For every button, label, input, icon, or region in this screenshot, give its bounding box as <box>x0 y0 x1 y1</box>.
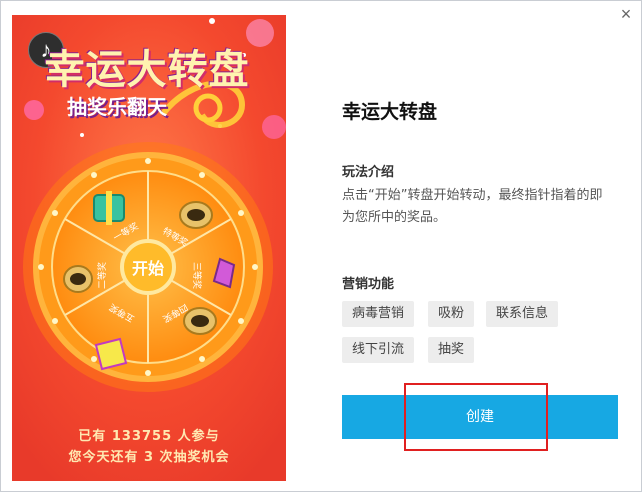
tag-lottery: 抽奖 <box>428 337 475 363</box>
marketing-heading: 营销功能 <box>342 277 395 292</box>
tag-gain-fans: 吸粉 <box>428 301 475 327</box>
create-button[interactable]: 创建 <box>342 395 618 439</box>
lottery-wheel <box>23 142 273 392</box>
participants-count: 已有 133755 人参与 <box>78 429 220 444</box>
template-preview: ♪ 幸运大转盘 抽奖乐翻天 开始 一等奖 特等奖 三等奖 四等奖 五等奖 二等奖… <box>12 15 286 481</box>
close-icon[interactable]: × <box>617 5 635 23</box>
remaining-chances: 您今天还有 3 次抽奖机会 <box>68 450 230 465</box>
tag-contact-info: 联系信息 <box>486 301 559 327</box>
template-title: 幸运大转盘 <box>342 101 438 123</box>
wheel-start-button[interactable]: 开始 <box>122 255 174 279</box>
rules-heading: 玩法介绍 <box>342 165 395 180</box>
tag-offline-traffic: 线下引流 <box>342 337 415 363</box>
activity-template-dialog: × ♪ 幸运大转盘 抽奖乐翻天 开始 一等奖 特等奖 三等奖 四等奖 五等奖 二… <box>0 0 642 492</box>
tag-viral-marketing: 病毒营销 <box>342 301 415 327</box>
prize-label: 三等奖 <box>191 261 202 290</box>
rules-text: 点击“开始”转盘开始转动，最终指针指着的即为您所中的奖品。 <box>342 188 603 225</box>
prize-label: 二等奖 <box>98 261 109 290</box>
